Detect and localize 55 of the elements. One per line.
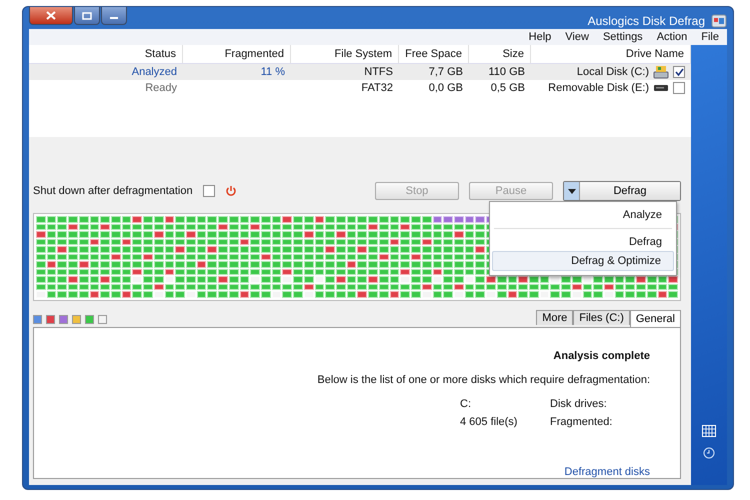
report-heading: Analysis complete — [553, 350, 650, 362]
grid-icon — [702, 425, 716, 437]
table-cell: Analyzed — [132, 66, 177, 78]
caret-icon — [568, 188, 576, 194]
power-icon — [224, 185, 237, 197]
column-header[interactable]: File System — [291, 45, 399, 63]
dropdown-button[interactable] — [564, 182, 580, 200]
field-label: Disk drives: — [550, 398, 608, 410]
column-header[interactable]: Fragmented — [183, 45, 291, 63]
defrag-button[interactable]: Defrag — [580, 182, 680, 200]
column-header[interactable]: Status — [29, 45, 183, 63]
table-cell: Local Disk (C:) — [576, 66, 649, 78]
field-label: Fragmented: — [550, 416, 614, 428]
menu-option[interactable]: Analyze — [492, 206, 674, 224]
field-value: C: — [460, 398, 472, 410]
menu-item[interactable]: View — [565, 31, 589, 43]
close-button[interactable] — [29, 7, 73, 25]
table-cell: FAT32 — [361, 82, 393, 94]
table-cell: Ready — [145, 82, 177, 94]
removable-drive-icon — [653, 84, 669, 92]
table-cell: 0,0 GB — [428, 82, 463, 94]
maximize-button[interactable] — [74, 7, 100, 25]
menu-option[interactable]: Defrag — [492, 233, 674, 251]
maximize-icon — [82, 12, 92, 20]
menu-option[interactable]: Defrag & Optimize — [492, 251, 674, 271]
menu-item[interactable]: Action — [656, 31, 688, 43]
table-cell: 110 GB — [488, 66, 525, 78]
close-icon — [46, 11, 56, 20]
table-cell: 11 % — [260, 66, 285, 78]
menu-item[interactable]: Help — [528, 31, 552, 43]
report-text: Below is the list of one or more disks which require defragmentation: — [317, 374, 650, 386]
minimize-button[interactable] — [101, 7, 127, 25]
table-cell: 7,7 GB — [428, 66, 463, 78]
table-cell: 0,5 GB — [490, 82, 525, 94]
table-row[interactable]: Ready FAT32 0,0 GB 0,5 GB Removable Disk (E:) — [29, 80, 691, 96]
table-row[interactable]: Analyzed 11 % NTFS 7,7 GB 110 GB Local Disk (C:) — [29, 64, 691, 80]
menu-item[interactable]: Settings — [602, 31, 643, 43]
tab[interactable]: Files (C:) — [573, 310, 630, 325]
defragment-link[interactable]: Defragment disks — [564, 466, 650, 478]
column-header[interactable]: Size — [469, 45, 531, 63]
hard-drive-icon — [653, 65, 669, 79]
table-cell: NTFS — [364, 66, 393, 78]
menu-item[interactable]: File — [701, 31, 719, 43]
checkbox[interactable] — [202, 185, 215, 197]
window-title: Auslogics Disk Defrag — [588, 14, 705, 28]
tab[interactable]: More — [536, 310, 574, 325]
checkbox[interactable] — [673, 82, 685, 94]
checkbox[interactable] — [673, 66, 685, 78]
field-value: 4 605 file(s) — [460, 416, 518, 428]
table-cell: Removable Disk (E:) — [548, 82, 649, 94]
checkbox-label: Shut down after defragmentation — [33, 185, 193, 197]
column-header[interactable]: Free Space — [399, 45, 469, 63]
tab[interactable]: General — [630, 310, 681, 327]
app-icon — [711, 13, 727, 29]
clock-icon — [703, 447, 715, 459]
